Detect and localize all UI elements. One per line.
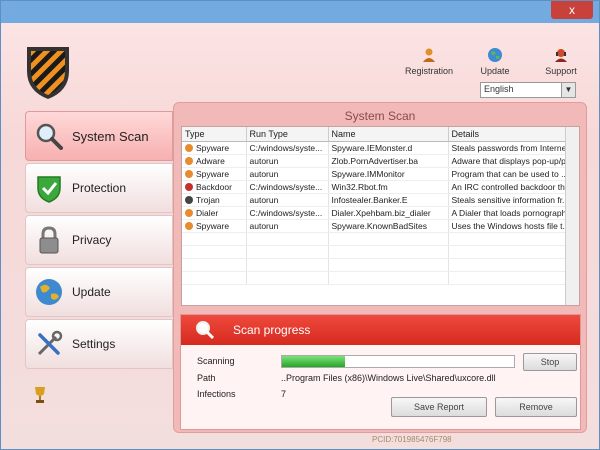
sidebar-item-settings[interactable]: Settings xyxy=(25,319,173,369)
scanning-label: Scanning xyxy=(197,356,235,366)
sidebar-item-protection[interactable]: Protection xyxy=(25,163,173,213)
support-agent-icon xyxy=(555,49,567,62)
table-cell-type: Backdoor xyxy=(182,180,247,194)
close-button[interactable]: x xyxy=(551,1,593,19)
panel-title: System Scan xyxy=(344,109,416,123)
column-header-name[interactable]: Name xyxy=(328,127,449,142)
threat-level-icon xyxy=(185,195,193,204)
main-panel: System Scan Type Run Type Name Details S… xyxy=(173,102,587,433)
sidebar-item-update[interactable]: Update xyxy=(25,267,173,317)
empty-table-row xyxy=(182,245,579,259)
table-row[interactable]: Spyware autorun Spyware.KnownBadSites Uses … xyxy=(182,219,579,233)
table-cell-run: C:/windows/syste... xyxy=(246,206,329,220)
table-row[interactable]: Spyware autorun Spyware.IMMonitor Program t… xyxy=(182,167,579,181)
path-label: Path xyxy=(197,373,216,383)
table-cell-type: Spyware xyxy=(182,219,247,233)
globe-icon xyxy=(36,279,62,305)
table-cell-run: C:/windows/syste... xyxy=(246,141,329,155)
table-cell-type: Trojan xyxy=(182,193,247,207)
column-header-run-type[interactable]: Run Type xyxy=(246,127,329,142)
table-row[interactable]: Trojan autorun Infostealer.Banker.E Steals … xyxy=(182,193,579,207)
table-cell-details: Adware that displays pop-up/p... xyxy=(448,154,579,168)
table-cell-type: Dialer xyxy=(182,206,247,220)
threats-table: Type Run Type Name Details Spyware C:/win… xyxy=(181,126,580,306)
magnifier-icon xyxy=(36,123,63,150)
shield-check-icon xyxy=(37,176,61,203)
table-scrollbar[interactable] xyxy=(565,127,579,305)
chevron-down-icon[interactable]: ▼ xyxy=(561,83,575,97)
column-header-details[interactable]: Details xyxy=(448,127,579,142)
user-icon xyxy=(423,48,435,62)
table-cell-run: autorun xyxy=(246,193,329,207)
infections-label: Infections xyxy=(197,389,236,399)
table-cell-details: An IRC controlled backdoor th... xyxy=(448,180,579,194)
stop-button[interactable]: Stop xyxy=(523,353,577,371)
table-cell-run: autorun xyxy=(246,219,329,233)
padlock-icon xyxy=(39,226,59,254)
sidebar-nav: System Scan Protection Privacy Update Se… xyxy=(25,111,173,371)
table-row[interactable]: Backdoor C:/windows/syste... Win32.Rbot.fm… xyxy=(182,180,579,194)
path-value: ..Program Files (x86)\Windows Live\Share… xyxy=(281,373,496,383)
scan-progress-box: Scan progress Scanning Stop Path ..Progra… xyxy=(180,314,581,430)
title-bar[interactable]: x xyxy=(1,1,599,23)
table-cell-name: Spyware.KnownBadSites xyxy=(328,219,449,233)
app-window: x Registration Update Support English ▼ xyxy=(0,0,600,450)
table-cell-name: Dialer.Xpehbam.biz_dialer xyxy=(328,206,449,220)
path-row: Path ..Program Files (x86)\Windows Live\S… xyxy=(197,373,496,383)
table-cell-run: C:/windows/syste... xyxy=(246,180,329,194)
empty-table-row xyxy=(182,232,579,246)
table-row[interactable]: Dialer C:/windows/syste... Dialer.Xpehbam.… xyxy=(182,206,579,220)
language-select[interactable]: English ▼ xyxy=(480,82,576,98)
threat-level-icon xyxy=(185,208,193,217)
table-cell-details: A Dialer that loads pornographi... xyxy=(448,206,579,220)
table-cell-type: Adware xyxy=(182,154,247,168)
scan-progress-fill xyxy=(282,356,345,367)
infections-value: 7 xyxy=(281,389,287,399)
infections-row: Infections 7 xyxy=(197,389,286,399)
threat-level-icon xyxy=(185,143,193,152)
sidebar-item-privacy[interactable]: Privacy xyxy=(25,215,173,265)
table-cell-details: Uses the Windows hosts file t... xyxy=(448,219,579,233)
save-report-button[interactable]: Save Report xyxy=(391,397,487,417)
threat-level-icon xyxy=(185,169,193,178)
scan-progress-header: Scan progress xyxy=(181,315,580,345)
registration-link[interactable]: Registration xyxy=(405,47,453,76)
table-cell-run: autorun xyxy=(246,167,329,181)
scan-progress-title: Scan progress xyxy=(233,323,311,337)
table-cell-run: autorun xyxy=(246,154,329,168)
table-row[interactable]: Adware autorun Zlob.PornAdvertiser.ba Adwar… xyxy=(182,154,579,168)
update-link[interactable]: Update xyxy=(471,47,519,76)
support-link[interactable]: Support xyxy=(537,47,585,76)
table-row[interactable]: Spyware C:/windows/syste... Spyware.IEMons… xyxy=(182,141,579,155)
empty-table-row xyxy=(182,258,579,272)
table-cell-details: Program that can be used to ... xyxy=(448,167,579,181)
sidebar-item-system-scan[interactable]: System Scan xyxy=(25,111,173,161)
table-cell-type: Spyware xyxy=(182,167,247,181)
globe-icon xyxy=(488,48,502,62)
table-header-row: Type Run Type Name Details xyxy=(182,127,579,142)
table-cell-name: Win32.Rbot.fm xyxy=(328,180,449,194)
remove-button[interactable]: Remove xyxy=(495,397,577,417)
table-cell-type: Spyware xyxy=(182,141,247,155)
threat-level-icon xyxy=(185,156,193,165)
app-logo-shield-icon xyxy=(27,47,69,99)
table-cell-details: Steals passwords from Interne... xyxy=(448,141,579,155)
column-header-type[interactable]: Type xyxy=(182,127,247,142)
scanning-row: Scanning xyxy=(197,356,281,366)
top-links: Registration Update Support xyxy=(405,47,585,76)
threat-level-icon xyxy=(185,221,193,230)
magnifier-icon xyxy=(196,321,215,340)
table-cell-name: Zlob.PornAdvertiser.ba xyxy=(328,154,449,168)
empty-table-row xyxy=(182,271,579,285)
tools-icon xyxy=(37,330,63,356)
table-cell-name: Spyware.IEMonster.d xyxy=(328,141,449,155)
table-cell-name: Spyware.IMMonitor xyxy=(328,167,449,181)
table-cell-details: Steals sensitive information fr... xyxy=(448,193,579,207)
trophy-icon[interactable] xyxy=(31,385,49,405)
table-cell-name: Infostealer.Banker.E xyxy=(328,193,449,207)
threat-level-icon xyxy=(185,182,193,191)
pcid-text: PCID:701985476F798 xyxy=(372,435,452,444)
scan-progress-bar xyxy=(281,355,515,368)
